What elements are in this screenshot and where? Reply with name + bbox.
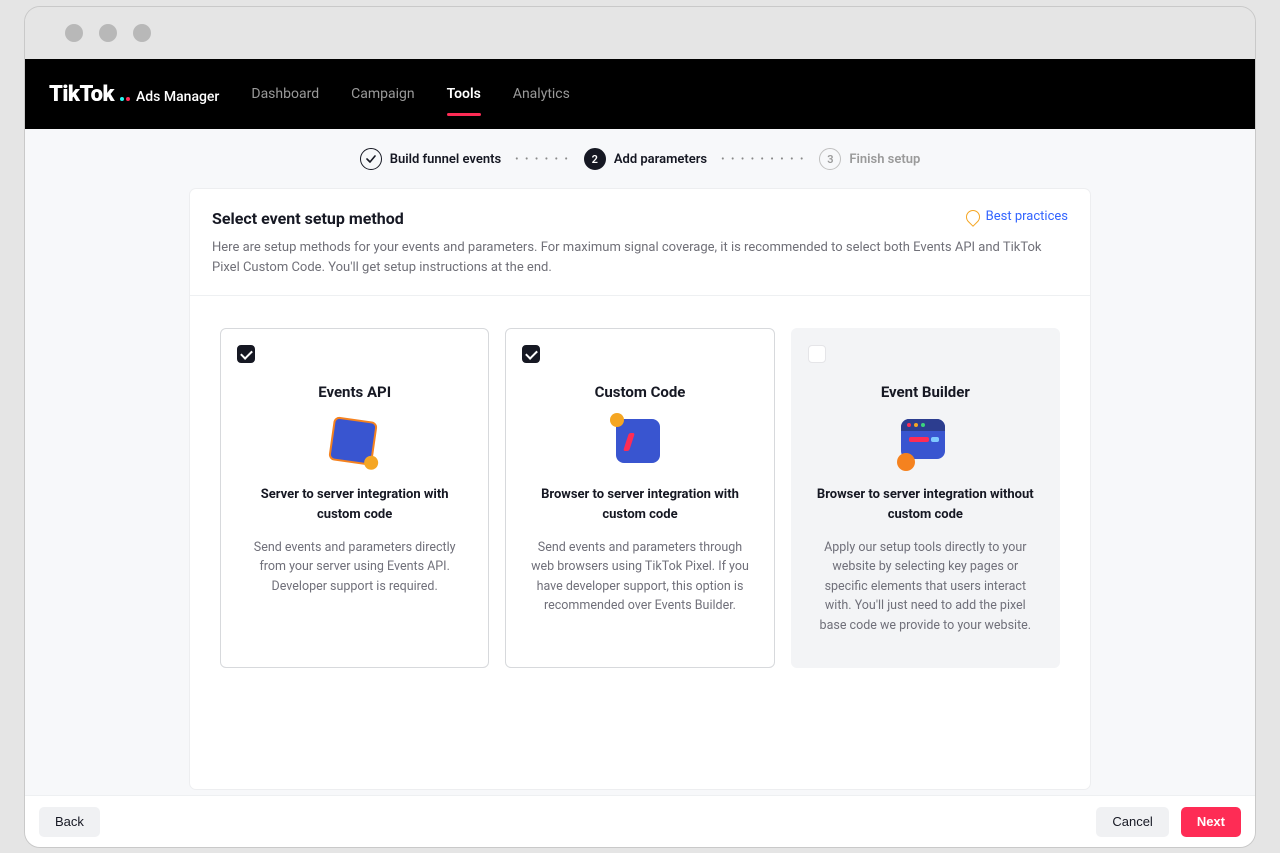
option-description: Apply our setup tools directly to your w…: [810, 538, 1041, 635]
option-checkbox: [808, 345, 826, 363]
brand: TikTok Ads Manager: [49, 82, 219, 107]
content-area: Build funnel events • • • • • • 2 Add pa…: [25, 129, 1255, 795]
step-label: Finish setup: [849, 152, 920, 167]
best-practices-label: Best practices: [986, 209, 1068, 224]
options-row: Events API Server to server integration …: [190, 296, 1090, 700]
code-icon: [616, 419, 664, 467]
step-label: Add parameters: [614, 152, 707, 167]
option-description: Send events and parameters through web b…: [524, 538, 755, 616]
window-dot: [133, 24, 151, 42]
next-button[interactable]: Next: [1181, 807, 1241, 837]
option-subtitle: Browser to server integration with custo…: [524, 485, 755, 524]
option-event-builder: Event Builder Browser to server integrat…: [791, 328, 1060, 668]
nav-tools[interactable]: Tools: [447, 82, 481, 106]
step-number-icon: 3: [819, 148, 841, 170]
window-icon: [901, 419, 949, 467]
footer-bar: Back Cancel Next: [25, 795, 1255, 847]
step-number-icon: 2: [584, 148, 606, 170]
option-checkbox[interactable]: [522, 345, 540, 363]
brand-logo: TikTok: [49, 82, 114, 107]
option-title: Custom Code: [524, 383, 755, 401]
best-practices-link[interactable]: Best practices: [966, 209, 1068, 224]
lightbulb-icon: [963, 207, 983, 227]
window-dot: [65, 24, 83, 42]
card-header: Select event setup method Best practices…: [190, 189, 1090, 296]
step-label: Build funnel events: [390, 152, 501, 167]
nav-campaign[interactable]: Campaign: [351, 82, 414, 106]
nav-dashboard[interactable]: Dashboard: [251, 82, 319, 106]
brand-dots-icon: [120, 97, 130, 101]
step-finish-setup: 3 Finish setup: [819, 148, 920, 170]
nav-analytics[interactable]: Analytics: [513, 82, 570, 106]
cancel-button[interactable]: Cancel: [1096, 807, 1168, 837]
back-button[interactable]: Back: [39, 807, 100, 837]
option-description: Send events and parameters directly from…: [239, 538, 470, 596]
browser-chrome: [25, 7, 1255, 59]
option-title: Events API: [239, 383, 470, 401]
browser-frame: TikTok Ads Manager Dashboard Campaign To…: [24, 6, 1256, 848]
card-description: Here are setup methods for your events a…: [212, 238, 1052, 277]
check-icon: [360, 148, 382, 170]
brand-sub: Ads Manager: [136, 89, 219, 105]
step-build-funnel: Build funnel events: [360, 148, 501, 170]
option-checkbox[interactable]: [237, 345, 255, 363]
setup-card: Select event setup method Best practices…: [190, 189, 1090, 789]
cube-icon: [331, 419, 379, 467]
stepper: Build funnel events • • • • • • 2 Add pa…: [25, 129, 1255, 189]
top-nav: TikTok Ads Manager Dashboard Campaign To…: [25, 59, 1255, 129]
step-add-parameters: 2 Add parameters: [584, 148, 707, 170]
option-subtitle: Server to server integration with custom…: [239, 485, 470, 524]
stepper-connector: • • • • • • • • •: [721, 154, 805, 165]
option-title: Event Builder: [810, 383, 1041, 401]
option-events-api[interactable]: Events API Server to server integration …: [220, 328, 489, 668]
window-dot: [99, 24, 117, 42]
option-custom-code[interactable]: Custom Code Browser to server integratio…: [505, 328, 774, 668]
stepper-connector: • • • • • •: [515, 154, 570, 165]
option-subtitle: Browser to server integration without cu…: [810, 485, 1041, 524]
card-title: Select event setup method: [212, 209, 404, 228]
